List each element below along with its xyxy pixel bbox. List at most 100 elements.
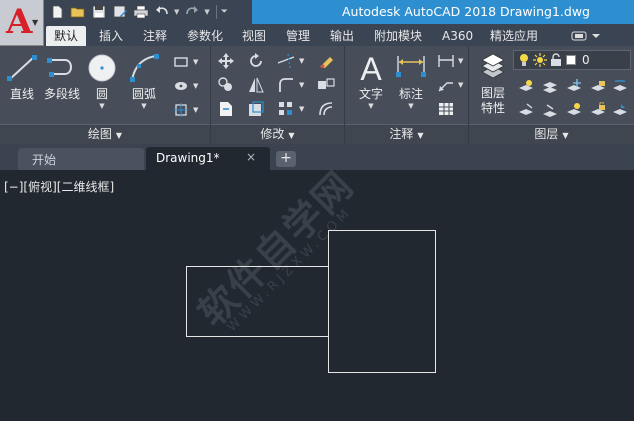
dimension-tool[interactable]: 标注 ▼ <box>391 50 431 110</box>
chevron-down-icon[interactable]: ▼ <box>124 102 164 110</box>
tab-output[interactable]: 输出 <box>322 26 362 46</box>
tab-addins[interactable]: 附加模块 <box>366 26 430 46</box>
ribbon-tab-bar: 默认 插入 注释 参数化 视图 管理 输出 附加模块 A360 精选应用 <box>44 24 634 46</box>
mirror-icon[interactable] <box>245 75 267 95</box>
customize-qat-icon[interactable]: ⏷ <box>221 7 228 17</box>
chevron-down-icon: ▼ <box>417 131 424 140</box>
stretch-icon[interactable] <box>215 99 237 119</box>
leader-icon[interactable] <box>435 75 457 95</box>
new-tab-button[interactable]: + <box>276 151 296 167</box>
layer-on-icon[interactable] <box>515 100 537 120</box>
chevron-down-icon[interactable]: ▼ <box>458 81 463 89</box>
text-icon: A <box>351 50 391 86</box>
layer-isolate-icon[interactable] <box>539 76 561 96</box>
move-icon[interactable] <box>215 51 237 71</box>
redo-icon[interactable] <box>183 3 201 21</box>
autocad-logo: A <box>6 2 33 42</box>
redo-dropdown-icon[interactable]: ▼ <box>204 8 209 16</box>
circle-tool[interactable]: 圆 ▼ <box>82 50 122 110</box>
arc-label: 圆弧 <box>131 87 156 101</box>
layer-properties-tool[interactable]: 图层 特性 <box>473 50 513 116</box>
layer-properties-icon <box>473 50 513 86</box>
panel-annotation: A 文字 ▼ 标注 ▼ ▼ ▼ 注释 ▼ <box>345 46 469 144</box>
file-tab-bar: 开始 Drawing1* × + <box>0 144 634 170</box>
tab-annotate[interactable]: 注释 <box>135 26 175 46</box>
tab-a360[interactable]: A360 <box>434 26 481 46</box>
rectangle-icon[interactable] <box>170 52 192 72</box>
table-icon[interactable] <box>435 99 457 119</box>
chevron-down-icon[interactable]: ▼ <box>193 82 198 90</box>
tab-manage[interactable]: 管理 <box>278 26 318 46</box>
scale-icon[interactable] <box>245 99 267 119</box>
layer-match-icon[interactable] <box>609 76 631 96</box>
chevron-down-icon[interactable]: ▼ <box>193 106 198 114</box>
ribbon-options-button[interactable] <box>570 30 610 42</box>
application-menu-button[interactable]: A ▼ <box>0 0 44 46</box>
open-icon[interactable] <box>69 3 87 21</box>
array-icon[interactable] <box>275 99 297 119</box>
small-rectangle[interactable] <box>186 266 329 337</box>
tab-drawing1[interactable]: Drawing1* × <box>146 147 270 170</box>
tab-featured-apps[interactable]: 精选应用 <box>482 26 546 46</box>
tab-insert[interactable]: 插入 <box>91 26 131 46</box>
chevron-down-icon[interactable]: ▼ <box>351 102 391 110</box>
tab-parametric[interactable]: 参数化 <box>179 26 231 46</box>
drawing-canvas[interactable]: 软件自学网 WWW.RJZXW.COM [−][俯视][二维线框] <box>0 162 634 421</box>
chevron-down-icon[interactable]: ▼ <box>299 105 304 113</box>
layer-thaw-icon[interactable] <box>563 100 585 120</box>
panel-draw: 直线 多段线 圆 ▼ 圆弧 ▼ ▼ ▼ ▼ 绘图 ▼ <box>0 46 211 144</box>
app-title: Autodesk AutoCAD 2018 <box>342 4 497 19</box>
layer-unlock-icon[interactable] <box>587 100 609 120</box>
fillet-icon[interactable] <box>275 75 297 95</box>
title-bar: ▼ ▼ ⏷ Autodesk AutoCAD 2018 Drawing1.dwg <box>0 0 634 24</box>
close-icon[interactable]: × <box>246 150 256 164</box>
large-rectangle[interactable] <box>328 230 436 373</box>
polyline-icon <box>42 50 82 86</box>
rotate-icon[interactable] <box>245 51 267 71</box>
erase-icon[interactable] <box>315 51 337 71</box>
tab-view[interactable]: 视图 <box>234 26 274 46</box>
quick-access-toolbar: ▼ ▼ ⏷ <box>48 3 232 21</box>
chevron-down-icon[interactable]: ▼ <box>391 102 431 110</box>
tab-home[interactable]: 默认 <box>46 26 87 46</box>
new-icon[interactable] <box>48 3 66 21</box>
undo-icon[interactable] <box>153 3 171 21</box>
hatch-icon[interactable] <box>170 76 192 96</box>
save-icon[interactable] <box>90 3 108 21</box>
offset-icon[interactable] <box>315 99 337 119</box>
panel-draw-title[interactable]: 绘图 ▼ <box>0 124 210 144</box>
unlock-icon <box>549 53 563 70</box>
dimension-label: 标注 <box>398 87 423 101</box>
copy-icon[interactable] <box>215 75 237 95</box>
print-icon[interactable] <box>132 3 150 21</box>
title-highlight: Autodesk AutoCAD 2018 Drawing1.dwg <box>252 0 634 24</box>
lightbulb-icon <box>517 53 531 70</box>
chevron-down-icon[interactable]: ▼ <box>299 81 304 89</box>
panel-annotation-title[interactable]: 注释 ▼ <box>345 124 468 144</box>
save-as-icon[interactable] <box>111 3 129 21</box>
layer-color-swatch <box>566 55 576 65</box>
chevron-down-icon[interactable]: ▼ <box>299 57 304 65</box>
layer-freeze-icon[interactable] <box>563 76 585 96</box>
chevron-down-icon[interactable]: ▼ <box>193 58 198 66</box>
linear-dimension-icon[interactable] <box>435 51 457 71</box>
layer-unisolate-icon[interactable] <box>539 100 561 120</box>
tab-start[interactable]: 开始 <box>18 148 144 170</box>
layer-lock-icon[interactable] <box>587 76 609 96</box>
arc-tool[interactable]: 圆弧 ▼ <box>124 50 164 110</box>
layer-dropdown[interactable]: 0 <box>513 50 631 70</box>
layer-off-icon[interactable] <box>515 76 537 96</box>
panel-modify-title[interactable]: 修改 ▼ <box>211 124 344 144</box>
drawing-geometry[interactable] <box>0 170 634 421</box>
boundary-icon[interactable] <box>170 100 192 120</box>
chevron-down-icon[interactable]: ▼ <box>458 57 463 65</box>
undo-dropdown-icon[interactable]: ▼ <box>174 8 179 16</box>
panel-layers-title[interactable]: 图层 ▼ <box>469 124 634 144</box>
explode-icon[interactable] <box>315 75 337 95</box>
chevron-down-icon: ▼ <box>562 131 569 140</box>
layer-make-current-icon[interactable] <box>609 100 631 120</box>
trim-icon[interactable] <box>275 51 297 71</box>
panel-layers: 图层 特性 0 图层 ▼ <box>469 46 634 144</box>
chevron-down-icon[interactable]: ▼ <box>82 102 122 110</box>
line-icon <box>2 50 42 86</box>
